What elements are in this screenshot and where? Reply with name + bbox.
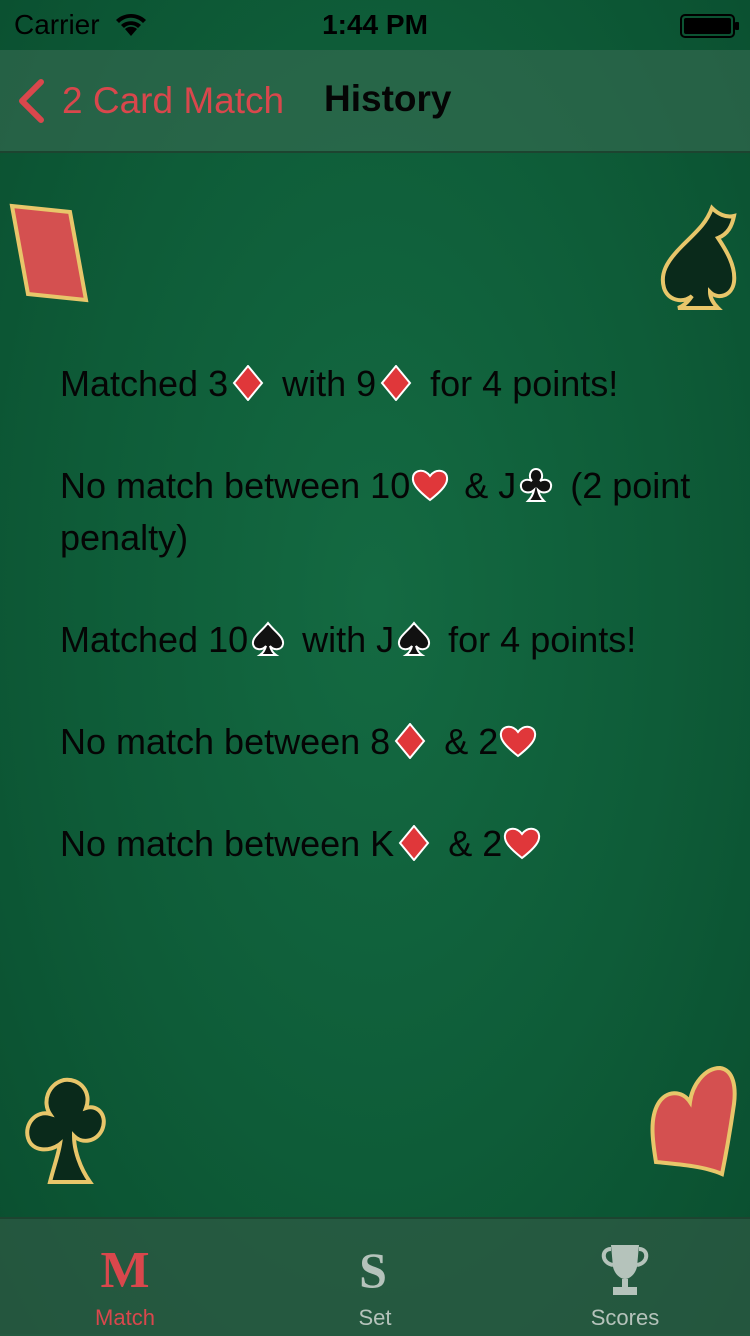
heart-suit-icon <box>410 465 450 502</box>
chevron-left-icon <box>19 79 44 123</box>
history-entry: Matched 10 with J for 4 points! <box>60 614 700 666</box>
history-text: & J <box>454 465 517 506</box>
tab-match-label: Match <box>95 1305 155 1330</box>
history-entry: No match between 8 & 2 <box>60 716 700 768</box>
spade-suit-icon <box>248 619 288 656</box>
club-suit-icon <box>516 465 556 502</box>
diamond-suit-icon <box>394 823 434 862</box>
history-entry: No match between 10 & J (2 point penalty… <box>60 460 700 564</box>
corner-club-icon <box>25 1077 106 1184</box>
trophy-icon <box>601 1245 649 1295</box>
navigation-bar: 2 Card Match History <box>0 50 750 153</box>
tab-scores[interactable]: Scores <box>500 1219 750 1336</box>
set-s-icon: S <box>359 1242 387 1298</box>
svg-text:S: S <box>359 1242 387 1298</box>
history-text: with J <box>292 619 395 660</box>
history-text: for 4 points! <box>438 619 637 660</box>
corner-heart-icon <box>650 1065 737 1177</box>
history-entry: Matched 3 with 9 for 4 points! <box>60 358 700 410</box>
back-button-label: 2 Card Match <box>62 80 285 121</box>
match-m-icon: M <box>100 1242 149 1299</box>
tab-match[interactable]: M Match <box>0 1219 250 1336</box>
history-text: No match between K <box>60 823 395 864</box>
tab-set[interactable]: S Set <box>250 1219 500 1336</box>
tab-scores-label: Scores <box>590 1305 660 1330</box>
history-text: No match between 10 <box>60 465 411 506</box>
history-text: with 9 <box>272 363 377 404</box>
page-title: History <box>324 78 452 119</box>
history-text: Matched 3 <box>60 363 229 404</box>
diamond-suit-icon <box>390 721 430 760</box>
diamond-suit-icon <box>376 363 416 402</box>
tab-bar: M Match S Set Scores <box>0 1217 750 1336</box>
spade-suit-icon <box>394 619 434 656</box>
tab-set-label: Set <box>358 1305 392 1330</box>
history-text: & 2 <box>434 721 499 762</box>
heart-suit-icon <box>498 721 538 758</box>
history-text: Matched 10 <box>60 619 249 660</box>
history-list: Matched 3 with 9 for 4 points! No match b… <box>60 358 700 920</box>
status-bar: Carrier 1:44 PM <box>0 0 750 50</box>
history-text: No match between 8 <box>60 721 391 762</box>
battery-icon <box>680 14 739 38</box>
corner-diamond-icon <box>9 203 89 303</box>
status-time: 1:44 PM <box>322 9 428 40</box>
corner-spade-icon <box>660 204 737 310</box>
history-text: for 4 points! <box>420 363 619 404</box>
history-text: & 2 <box>438 823 503 864</box>
back-button[interactable]: 2 Card Match <box>16 76 284 126</box>
history-entry: No match between K & 2 <box>60 818 700 870</box>
diamond-suit-icon <box>228 363 268 402</box>
heart-suit-icon <box>502 823 542 860</box>
svg-text:M: M <box>100 1242 149 1299</box>
